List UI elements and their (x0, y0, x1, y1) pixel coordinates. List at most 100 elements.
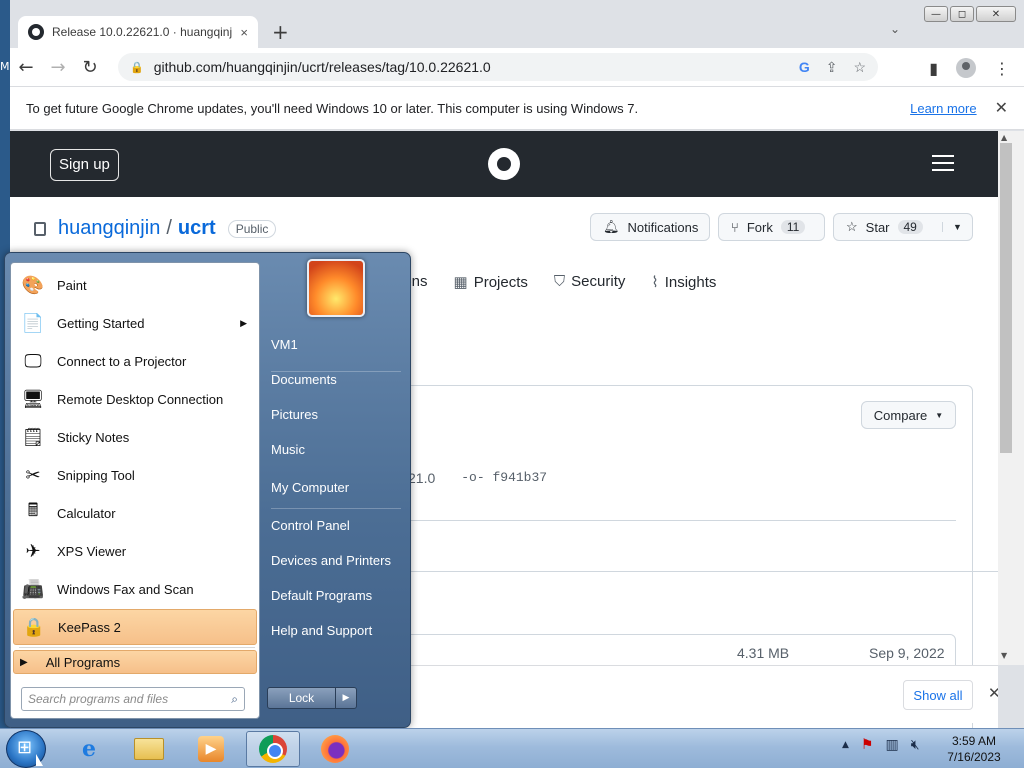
scroll-down-icon[interactable]: ▼ (1001, 651, 1007, 660)
google-lens-icon[interactable]: G (799, 59, 810, 76)
update-infobar: To get future Google Chrome updates, you… (10, 86, 1024, 130)
hamburger-menu-icon[interactable] (932, 155, 954, 176)
star-button[interactable]: ☆ Star 49 ▼ (833, 213, 973, 241)
scroll-up-icon[interactable]: ▲ (1001, 133, 1007, 142)
star-dropdown-icon[interactable]: ▼ (942, 222, 972, 232)
tray-expand-icon[interactable]: ▲ (842, 740, 849, 753)
sign-up-button[interactable]: Sign up (50, 149, 119, 181)
show-all-button[interactable]: Show all (903, 680, 973, 710)
taskbar-firefox[interactable] (308, 731, 362, 767)
network-icon[interactable]: ▥ (885, 737, 898, 753)
repo-name-link[interactable]: ucrt (178, 217, 216, 240)
projector-icon: 🖵 (24, 350, 42, 371)
tag-name[interactable]: 21.0 (408, 470, 435, 486)
profile-avatar-icon[interactable] (956, 58, 976, 78)
taskbar-windows-explorer[interactable] (122, 731, 176, 767)
page-scrollbar[interactable]: ▲ ▼ (998, 131, 1024, 665)
repo-icon (34, 221, 46, 236)
repo-breadcrumb: huangqinjin / ucrt Public (34, 217, 277, 240)
start-menu-link[interactable]: Pictures (271, 407, 318, 422)
program-item[interactable]: 📠 Windows Fax and Scan (13, 571, 257, 607)
all-programs-label: All Programs (45, 654, 121, 670)
start-menu-link[interactable]: Devices and Printers (271, 553, 391, 568)
notifications-button[interactable]: 🔔︎ Notifications (590, 213, 710, 241)
maximize-button[interactable]: ◻ (950, 6, 974, 22)
bookmark-star-icon[interactable]: ☆ (853, 59, 866, 76)
forward-button[interactable]: → (42, 57, 74, 78)
program-label: Sticky Notes (57, 429, 130, 445)
paint-icon: 🎨 (21, 274, 45, 295)
scroll-thumb[interactable] (1000, 143, 1012, 453)
start-menu-link[interactable]: Documents (271, 372, 337, 387)
system-clock[interactable]: 3:59 AM 7/16/2023 (934, 733, 1014, 765)
learn-more-link[interactable]: Learn more (910, 101, 976, 116)
start-menu-link[interactable]: Default Programs (271, 588, 372, 603)
tab-close-icon[interactable]: × (240, 25, 248, 40)
graph-icon: ⌇ (651, 274, 659, 291)
back-button[interactable]: ← (10, 57, 42, 78)
start-menu-link[interactable]: VM1 (271, 337, 298, 352)
tab-security[interactable]: ⛉ Security (554, 273, 625, 291)
fork-button[interactable]: ⑂ Fork 11 (718, 213, 825, 241)
program-item[interactable]: 🖥 Remote Desktop Connection (13, 381, 257, 417)
taskbar-media-player[interactable]: ▶ (184, 731, 238, 767)
window-controls: — ◻ ✕ (924, 6, 1016, 22)
program-label: Paint (57, 277, 87, 293)
power-options-arrow-icon[interactable]: ▶ (336, 688, 356, 708)
reload-button[interactable]: ↻ (74, 57, 106, 78)
infobar-close-icon[interactable]: ✕ (995, 98, 1008, 118)
all-programs-button[interactable]: ▶ All Programs (13, 650, 257, 674)
chrome-menu-icon[interactable]: ⋮ (994, 59, 1010, 78)
lock-button[interactable]: Lock ▶ (267, 687, 357, 709)
share-icon[interactable]: ⇪ (826, 59, 838, 76)
start-menu-link[interactable]: Music (271, 442, 305, 457)
lock-icon[interactable]: 🔒 (130, 61, 144, 74)
compare-button[interactable]: Compare ▼ (861, 401, 956, 429)
search-icon[interactable]: ⌕ (231, 692, 238, 707)
program-item[interactable]: 🗒 Sticky Notes (13, 419, 257, 455)
mouse-pointer-icon (36, 754, 43, 766)
start-menu-link[interactable]: Control Panel (271, 518, 350, 533)
program-item[interactable]: ✂ Snipping Tool (13, 457, 257, 493)
scissors-icon: ✂ (25, 464, 41, 485)
start-menu-link[interactable]: My Computer (271, 480, 349, 495)
program-item[interactable]: 🎨 Paint (13, 267, 257, 303)
user-picture-avatar[interactable] (307, 259, 365, 317)
repo-owner-link[interactable]: huangqinjin (58, 217, 160, 240)
browser-tab[interactable]: Release 10.0.22621.0 · huangqinjin/ucrt … (18, 16, 258, 48)
side-panel-icon[interactable]: ▮ (929, 59, 938, 78)
action-center-flag-icon[interactable]: ⚑ (861, 737, 874, 753)
star-label: Star (865, 219, 890, 235)
new-tab-button[interactable]: + (272, 20, 289, 44)
taskbar-internet-explorer[interactable]: e (62, 731, 116, 767)
taskbar-chrome[interactable] (246, 731, 300, 767)
url-text[interactable]: github.com/huangqinjin/ucrt/releases/tag… (154, 59, 491, 75)
program-item[interactable]: 🔒 KeePass 2 (13, 609, 257, 645)
downloads-close-icon[interactable]: ✕ (988, 684, 998, 702)
tab-security-label: Security (571, 273, 626, 290)
minimize-button[interactable]: — (924, 6, 948, 22)
program-item[interactable]: ✈ XPS Viewer (13, 533, 257, 569)
fork-count: 11 (780, 220, 806, 234)
triangle-right-icon: ▶ (20, 656, 28, 668)
close-window-button[interactable]: ✕ (976, 6, 1016, 22)
program-item[interactable]: 🖵 Connect to a Projector (13, 343, 257, 379)
tab-insights[interactable]: ⌇ Insights (651, 273, 716, 291)
start-menu-link[interactable]: Help and Support (271, 623, 372, 638)
start-menu-programs-pane: 🎨 Paint 📄 Getting Started ▶ 🖵 Connect to a Pro… (10, 262, 260, 719)
volume-muted-icon[interactable]: 🔇︎ (911, 737, 920, 753)
commit-link[interactable]: -o- f941b37 (461, 470, 547, 486)
program-item[interactable]: 🖩 Calculator (13, 495, 257, 531)
address-bar[interactable]: 🔒 github.com/huangqinjin/ucrt/releases/t… (118, 53, 878, 81)
start-search-input[interactable]: Search programs and files ⌕ (21, 687, 245, 711)
tab-search-icon[interactable]: ⌄ (890, 22, 900, 36)
tab-projects[interactable]: ▦ Projects (454, 273, 528, 291)
fork-label: Fork (746, 219, 773, 235)
program-item[interactable]: 📄 Getting Started ▶ (13, 305, 257, 341)
remote-desktop-icon: 🖥 (21, 388, 45, 409)
divider (271, 371, 401, 372)
github-logo-icon[interactable] (488, 148, 520, 180)
folder-icon (134, 738, 164, 760)
star-count: 49 (897, 220, 923, 234)
search-placeholder: Search programs and files (28, 692, 169, 706)
